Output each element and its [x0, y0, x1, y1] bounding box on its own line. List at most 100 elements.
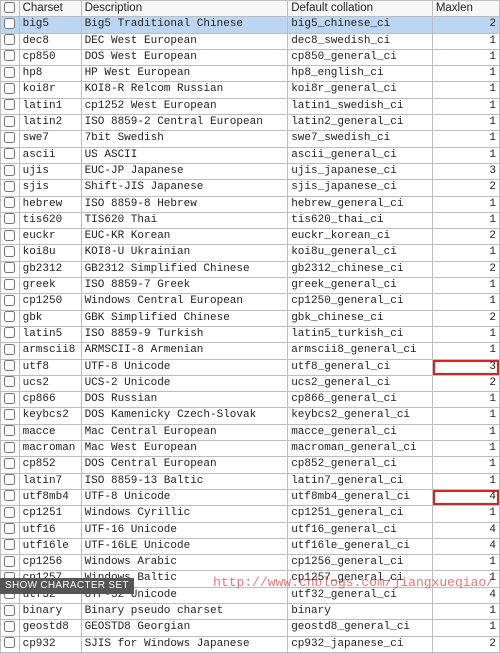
table-row[interactable]: cp932SJIS for Windows Japanesecp932_japa…: [1, 636, 500, 652]
table-row[interactable]: asciiUS ASCIIascii_general_ci1: [1, 147, 500, 163]
row-checkbox-cell[interactable]: [1, 506, 20, 522]
header-checkbox-column[interactable]: [1, 1, 20, 17]
row-checkbox-cell[interactable]: [1, 131, 20, 147]
table-row[interactable]: big5Big5 Traditional Chinesebig5_chinese…: [1, 17, 500, 33]
table-row[interactable]: geostd8GEOSTD8 Georgiangeostd8_general_c…: [1, 620, 500, 636]
table-row[interactable]: cp1250Windows Central Europeancp1250_gen…: [1, 294, 500, 310]
row-checkbox[interactable]: [4, 507, 15, 518]
row-checkbox[interactable]: [4, 50, 15, 61]
row-checkbox-cell[interactable]: [1, 359, 20, 375]
row-checkbox[interactable]: [4, 539, 15, 550]
row-checkbox[interactable]: [4, 165, 15, 176]
table-row[interactable]: swe77bit Swedishswe7_swedish_ci1: [1, 131, 500, 147]
row-checkbox-cell[interactable]: [1, 33, 20, 49]
row-checkbox[interactable]: [4, 67, 15, 78]
row-checkbox[interactable]: [4, 637, 15, 648]
row-checkbox-cell[interactable]: [1, 82, 20, 98]
table-row[interactable]: cp850DOS West Europeancp850_general_ci1: [1, 49, 500, 65]
table-row[interactable]: utf16leUTF-16LE Unicodeutf16le_general_c…: [1, 538, 500, 554]
table-row[interactable]: cp1251Windows Cyrilliccp1251_general_ci1: [1, 506, 500, 522]
table-row[interactable]: ujisEUC-JP Japaneseujis_japanese_ci3: [1, 163, 500, 179]
row-checkbox[interactable]: [4, 458, 15, 469]
row-checkbox-cell[interactable]: [1, 408, 20, 424]
table-row[interactable]: cp1256Windows Arabiccp1256_general_ci1: [1, 555, 500, 571]
row-checkbox[interactable]: [4, 197, 15, 208]
table-row[interactable]: keybcs2DOS Kamenicky Czech-Slovakkeybcs2…: [1, 408, 500, 424]
row-checkbox[interactable]: [4, 344, 15, 355]
row-checkbox-cell[interactable]: [1, 278, 20, 294]
row-checkbox[interactable]: [4, 311, 15, 322]
table-row[interactable]: tis620TIS620 Thaitis620_thai_ci1: [1, 212, 500, 228]
row-checkbox[interactable]: [4, 279, 15, 290]
row-checkbox-cell[interactable]: [1, 441, 20, 457]
table-row[interactable]: greekISO 8859-7 Greekgreek_general_ci1: [1, 278, 500, 294]
row-checkbox-cell[interactable]: [1, 538, 20, 554]
table-row[interactable]: latin7ISO 8859-13 Balticlatin7_general_c…: [1, 473, 500, 489]
row-checkbox[interactable]: [4, 327, 15, 338]
row-checkbox[interactable]: [4, 523, 15, 534]
row-checkbox-cell[interactable]: [1, 180, 20, 196]
table-row[interactable]: euckrEUC-KR Koreaneuckr_korean_ci2: [1, 229, 500, 245]
row-checkbox[interactable]: [4, 34, 15, 45]
header-charset[interactable]: Charset: [19, 1, 81, 17]
table-row[interactable]: latin1cp1252 West Europeanlatin1_swedish…: [1, 98, 500, 114]
row-checkbox[interactable]: [4, 490, 15, 501]
row-checkbox[interactable]: [4, 99, 15, 110]
row-checkbox-cell[interactable]: [1, 636, 20, 652]
row-checkbox[interactable]: [4, 230, 15, 241]
row-checkbox-cell[interactable]: [1, 147, 20, 163]
table-row[interactable]: utf16UTF-16 Unicodeutf16_general_ci4: [1, 522, 500, 538]
row-checkbox[interactable]: [4, 132, 15, 143]
row-checkbox[interactable]: [4, 83, 15, 94]
table-row[interactable]: hebrewISO 8859-8 Hebrewhebrew_general_ci…: [1, 196, 500, 212]
row-checkbox[interactable]: [4, 213, 15, 224]
table-row[interactable]: latin2ISO 8859-2 Central Europeanlatin2_…: [1, 115, 500, 131]
row-checkbox-cell[interactable]: [1, 489, 20, 505]
table-row[interactable]: gbkGBK Simplified Chinesegbk_chinese_ci2: [1, 310, 500, 326]
row-checkbox[interactable]: [4, 18, 15, 29]
row-checkbox-cell[interactable]: [1, 212, 20, 228]
table-row[interactable]: utf8mb4UTF-8 Unicodeutf8mb4_general_ci4: [1, 489, 500, 505]
header-maxlen[interactable]: Maxlen: [432, 1, 499, 17]
row-checkbox[interactable]: [4, 360, 15, 371]
table-row[interactable]: armscii8ARMSCII-8 Armenianarmscii8_gener…: [1, 343, 500, 359]
row-checkbox-cell[interactable]: [1, 392, 20, 408]
row-checkbox-cell[interactable]: [1, 98, 20, 114]
table-row[interactable]: ucs2UCS-2 Unicodeucs2_general_ci2: [1, 375, 500, 391]
row-checkbox-cell[interactable]: [1, 326, 20, 342]
row-checkbox[interactable]: [4, 181, 15, 192]
header-description[interactable]: Description: [81, 1, 288, 17]
row-checkbox[interactable]: [4, 605, 15, 616]
row-checkbox[interactable]: [4, 295, 15, 306]
row-checkbox-cell[interactable]: [1, 17, 20, 33]
table-row[interactable]: koi8rKOI8-R Relcom Russiankoi8r_general_…: [1, 82, 500, 98]
table-row[interactable]: hp8HP West Europeanhp8_english_ci1: [1, 66, 500, 82]
row-checkbox-cell[interactable]: [1, 49, 20, 65]
row-checkbox-cell[interactable]: [1, 261, 20, 277]
row-checkbox-cell[interactable]: [1, 555, 20, 571]
row-checkbox-cell[interactable]: [1, 424, 20, 440]
table-row[interactable]: latin5ISO 8859-9 Turkishlatin5_turkish_c…: [1, 326, 500, 342]
row-checkbox[interactable]: [4, 474, 15, 485]
select-all-checkbox[interactable]: [4, 2, 15, 13]
row-checkbox[interactable]: [4, 262, 15, 273]
row-checkbox-cell[interactable]: [1, 245, 20, 261]
row-checkbox-cell[interactable]: [1, 163, 20, 179]
table-row[interactable]: sjisShift-JIS Japanesesjis_japanese_ci2: [1, 180, 500, 196]
row-checkbox-cell[interactable]: [1, 343, 20, 359]
row-checkbox[interactable]: [4, 116, 15, 127]
row-checkbox[interactable]: [4, 376, 15, 387]
table-row[interactable]: cp852DOS Central Europeancp852_general_c…: [1, 457, 500, 473]
row-checkbox-cell[interactable]: [1, 229, 20, 245]
table-row[interactable]: dec8DEC West Europeandec8_swedish_ci1: [1, 33, 500, 49]
row-checkbox-cell[interactable]: [1, 620, 20, 636]
header-collation[interactable]: Default collation: [288, 1, 433, 17]
table-row[interactable]: gb2312GB2312 Simplified Chinesegb2312_ch…: [1, 261, 500, 277]
row-checkbox[interactable]: [4, 621, 15, 632]
row-checkbox-cell[interactable]: [1, 66, 20, 82]
row-checkbox-cell[interactable]: [1, 473, 20, 489]
table-row[interactable]: macromanMac West Europeanmacroman_genera…: [1, 441, 500, 457]
table-row[interactable]: binaryBinary pseudo charsetbinary1: [1, 603, 500, 619]
row-checkbox-cell[interactable]: [1, 196, 20, 212]
row-checkbox-cell[interactable]: [1, 522, 20, 538]
